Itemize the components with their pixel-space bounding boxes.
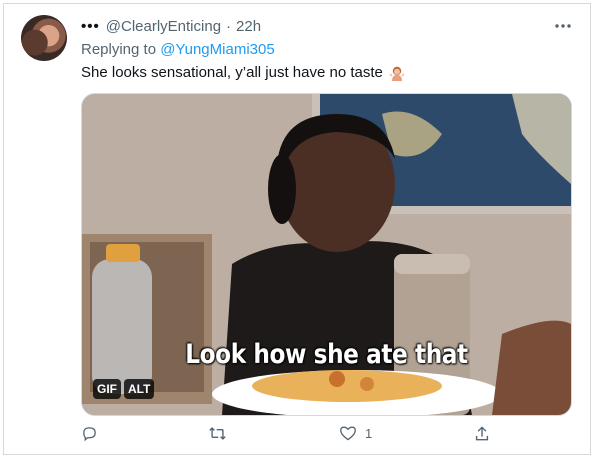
overflow-dots-icon: ••• <box>81 18 100 35</box>
tweet-text: She looks sensational, y’all just have n… <box>81 64 405 81</box>
reply-mention-link[interactable]: @YungMiami305 <box>160 41 274 58</box>
like-button[interactable]: 1 <box>339 425 372 441</box>
media-badges: GIF ALT <box>93 379 155 399</box>
tweet-card[interactable]: ••• @ClearlyEnticing · 22h Replying to @… <box>3 3 591 455</box>
tweet-body: She looks sensational, y’all just have n… <box>81 64 383 81</box>
like-count: 1 <box>365 425 373 441</box>
alt-badge[interactable]: ALT <box>124 379 155 399</box>
person-shrugging-emoji-icon <box>389 65 405 81</box>
share-icon <box>475 426 489 441</box>
author-handle[interactable]: @ClearlyEnticing <box>106 18 221 35</box>
retweet-button[interactable] <box>208 425 227 442</box>
timestamp[interactable]: 22h <box>236 18 261 35</box>
more-options-icon[interactable] <box>554 16 572 33</box>
replying-to: Replying to @YungMiami305 <box>81 41 275 58</box>
share-button[interactable] <box>474 425 490 442</box>
gif-badge[interactable]: GIF <box>93 379 121 399</box>
reply-icon <box>83 427 96 442</box>
replying-to-label: Replying to <box>81 41 157 58</box>
retweet-icon <box>209 427 226 440</box>
gif-media[interactable]: Look how she ate that GIF ALT <box>81 93 572 416</box>
tweet-actions: 1 <box>81 425 501 447</box>
avatar[interactable] <box>21 15 67 61</box>
tweet-header: ••• @ClearlyEnticing · 22h <box>81 18 261 35</box>
like-heart-icon <box>340 426 356 441</box>
reply-button[interactable] <box>81 425 98 442</box>
separator: · <box>226 18 232 35</box>
gif-caption: Look how she ate that <box>185 339 468 370</box>
